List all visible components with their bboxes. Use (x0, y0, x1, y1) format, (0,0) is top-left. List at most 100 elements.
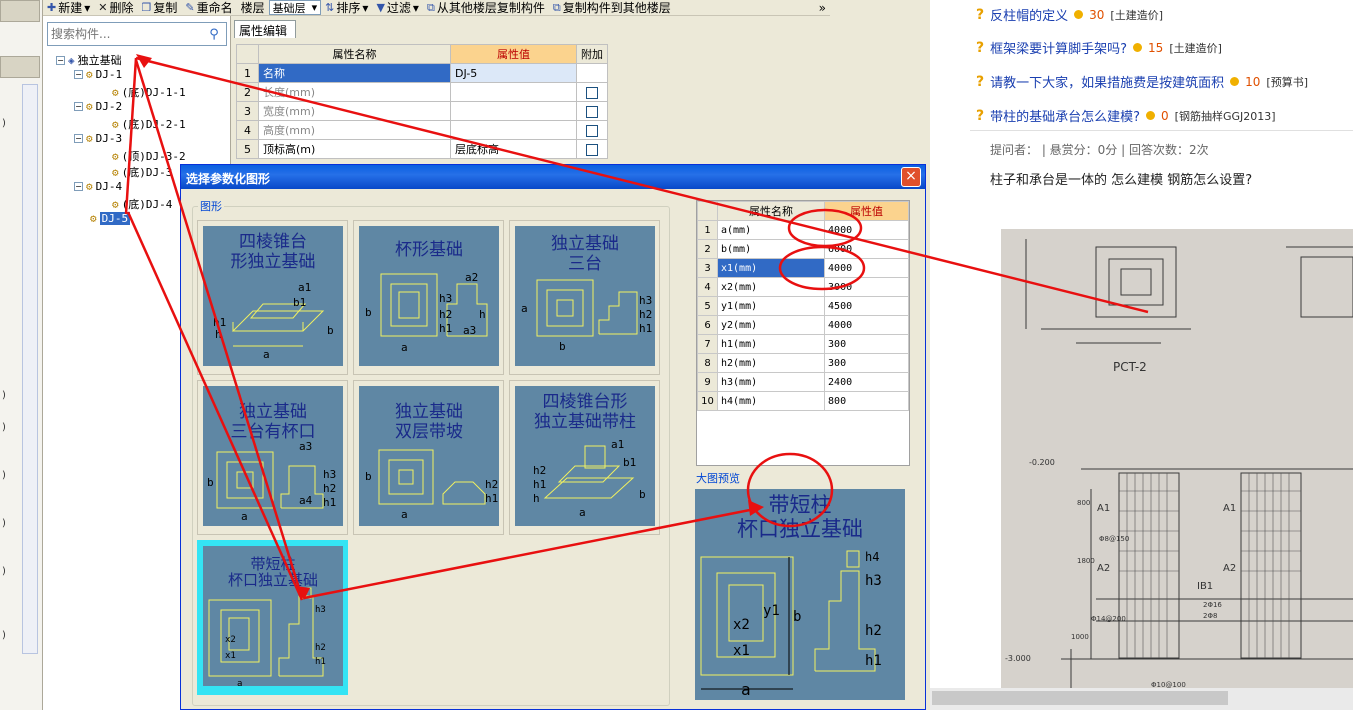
table-row[interactable]: 9 h3(mm) 2400 (697, 372, 909, 392)
copy-to-floor-button[interactable]: ⧉ 复制构件到其他楼层 (549, 0, 675, 16)
table-row[interactable]: 2 长度(mm) (236, 82, 608, 102)
list-item[interactable]: ? 带柱的基础承台怎么建模? 0 [钢筋抽样GGJ2013] (976, 106, 1276, 126)
collapse-icon[interactable]: − (74, 102, 83, 111)
search-icon[interactable]: ⚲ (203, 27, 225, 42)
shape-card[interactable]: 四棱锥台形 独立基础带柱 a b a1 b1 h2 h1 h (509, 380, 660, 535)
table-row[interactable]: 5 y1(mm) 4500 (697, 296, 909, 316)
shape-card-selected[interactable]: 带短柱 杯口独立基础 a h3 h2 h1 x2 x1 (197, 540, 348, 695)
tree-item[interactable]: − ⚙ DJ-3 (74, 132, 122, 145)
param-value-editing[interactable]: 4000 (824, 258, 909, 278)
gear-icon: ⚙ (86, 68, 93, 81)
toolbar-overflow-button[interactable]: » (815, 0, 830, 15)
shape-card[interactable]: 独立基础 双层带坡 a b h2 h1 (353, 380, 504, 535)
shape-card[interactable]: 独立基础 三台 b a h3 h2 h1 (509, 220, 660, 375)
param-value[interactable]: 300 (824, 334, 909, 354)
shape-card[interactable]: 四棱锥台 形独立基础 a a1 b1 b h1 h (197, 220, 348, 375)
copy-from-floor-button[interactable]: ⧉ 从其他楼层复制构件 (423, 0, 549, 16)
param-value[interactable]: 300 (824, 353, 909, 373)
tree-item-selected[interactable]: ⚙ DJ-5 (90, 212, 131, 225)
tree-subitem-label: (底)DJ-2-1 (121, 118, 186, 131)
tree-root[interactable]: − ◈ 独立基础 (56, 52, 122, 68)
list-item[interactable]: ? 请教一下大家，如果措施费是按建筑面积 10 [预算书] (976, 72, 1308, 92)
foundation-icon: ◈ (68, 53, 75, 67)
shape-card[interactable]: 杯形基础 a b a2 h3 h2 h1 h a3 (353, 220, 504, 375)
param-value[interactable]: 3000 (824, 277, 909, 297)
property-value[interactable] (450, 101, 577, 121)
param-value[interactable]: 4000 (824, 315, 909, 335)
table-row[interactable]: 6 y2(mm) 4000 (697, 315, 909, 335)
rename-button[interactable]: ✎ 重命名 (181, 0, 236, 15)
table-row[interactable]: 10 h4(mm) 800 (697, 391, 909, 411)
table-row[interactable]: 3 x1(mm) 4000 (697, 258, 909, 278)
question-link[interactable]: 框架梁要计算脚手架吗? (990, 38, 1127, 57)
property-value[interactable] (450, 82, 577, 102)
table-row[interactable]: 3 宽度(mm) (236, 101, 608, 121)
sort-button[interactable]: ⇅ 排序 ▾ (321, 0, 372, 16)
tree-subitem[interactable]: ⚙ (底)DJ-2-1 (112, 116, 186, 132)
property-value[interactable] (450, 120, 577, 140)
question-category[interactable]: [土建造价] (1169, 40, 1222, 56)
table-row[interactable]: 1 名称 DJ-5 (236, 63, 608, 83)
copy-button[interactable]: ❐ 复制 (138, 0, 182, 15)
tree-item[interactable]: − ⚙ DJ-4 (74, 180, 122, 193)
table-row[interactable]: 8 h2(mm) 300 (697, 353, 909, 373)
param-value[interactable]: 2400 (824, 372, 909, 392)
param-value[interactable]: 6000 (824, 239, 909, 259)
param-name: b(mm) (716, 239, 826, 259)
table-row[interactable]: 4 高度(mm) (236, 120, 608, 140)
table-row[interactable]: 2 b(mm) 6000 (697, 239, 909, 259)
question-category[interactable]: [预算书] (1266, 74, 1308, 90)
param-value[interactable]: 4500 (824, 296, 909, 316)
extra-checkbox[interactable] (586, 86, 598, 99)
question-category[interactable]: [钢筋抽样GGJ2013] (1175, 108, 1276, 124)
tree-item[interactable]: − ⚙ DJ-2 (74, 100, 122, 113)
property-value[interactable]: 层底标高 (450, 139, 577, 159)
question-link[interactable]: 带柱的基础承台怎么建模? (990, 106, 1140, 125)
tab-property-edit[interactable]: 属性编辑 (234, 20, 296, 38)
dock-tab[interactable] (0, 56, 40, 78)
question-link[interactable]: 反柱帽的定义 (990, 5, 1068, 24)
close-button[interactable]: × (901, 167, 921, 187)
list-item[interactable]: ? 框架梁要计算脚手架吗? 15 [土建造价] (976, 38, 1222, 58)
delete-button[interactable]: ✕ 删除 (94, 0, 137, 15)
tree-subitem[interactable]: ⚙ (底)DJ-1-1 (112, 84, 186, 100)
photo-label: -0.200 (1029, 458, 1055, 467)
shape-card[interactable]: 独立基础 三台有杯口 a b a3 h3 h2 h1 a4 (197, 380, 348, 535)
extra-checkbox[interactable] (586, 143, 598, 156)
tree-subitem[interactable]: ⚙ (底)DJ-4 (112, 196, 172, 212)
scrollbar-thumb[interactable] (932, 691, 1228, 705)
collapse-icon[interactable]: − (74, 134, 83, 143)
svg-text:h1: h1 (865, 653, 882, 669)
filter-button[interactable]: ▼ 过滤 ▾ (372, 0, 423, 16)
tree-item[interactable]: − ⚙ DJ-1 (74, 68, 122, 81)
param-value[interactable]: 4000 (824, 220, 909, 240)
table-row[interactable]: 7 h1(mm) 300 (697, 334, 909, 354)
search-input[interactable] (48, 27, 203, 41)
dock-tab[interactable] (0, 0, 40, 22)
row-number-header (697, 201, 718, 221)
new-button[interactable]: ✚ 新建 ▾ (43, 0, 94, 16)
question-photo[interactable]: PCT-2 A1 A2 IB1 A1 A2 -0.200 -3.000 800 … (1001, 229, 1353, 689)
table-row[interactable]: 4 x2(mm) 3000 (697, 277, 909, 297)
question-link[interactable]: 请教一下大家，如果措施费是按建筑面积 (990, 72, 1224, 91)
collapse-icon[interactable]: − (74, 182, 83, 191)
table-row[interactable]: 1 a(mm) 4000 (697, 220, 909, 240)
extra-checkbox[interactable] (586, 105, 598, 118)
tree-item-label: DJ-1 (95, 68, 123, 81)
collapse-icon[interactable]: − (56, 55, 65, 65)
tree-subitem[interactable]: ⚙ (底)DJ-3 (112, 164, 172, 180)
gear-icon: ⚙ (112, 149, 119, 163)
property-value[interactable]: DJ-5 (450, 63, 577, 83)
dock-scrollbar[interactable] (22, 84, 38, 654)
question-category[interactable]: [土建造价] (1110, 7, 1163, 23)
collapse-icon[interactable]: − (74, 70, 83, 79)
drawing-photo: PCT-2 A1 A2 IB1 A1 A2 -0.200 -3.000 800 … (1001, 229, 1353, 689)
tree-subitem[interactable]: ⚙ (顶)DJ-3-2 (112, 148, 186, 164)
svg-text:a3: a3 (463, 324, 476, 337)
param-value[interactable]: 800 (824, 391, 909, 411)
property-grid-header: 属性名称 属性值 附加 (236, 44, 608, 64)
extra-checkbox[interactable] (586, 124, 598, 137)
floor-select[interactable]: 基础层 ▾ (268, 0, 322, 15)
table-row[interactable]: 5 顶标高(m) 层底标高 (236, 139, 608, 159)
list-item[interactable]: ? 反柱帽的定义 30 [土建造价] (976, 5, 1163, 25)
